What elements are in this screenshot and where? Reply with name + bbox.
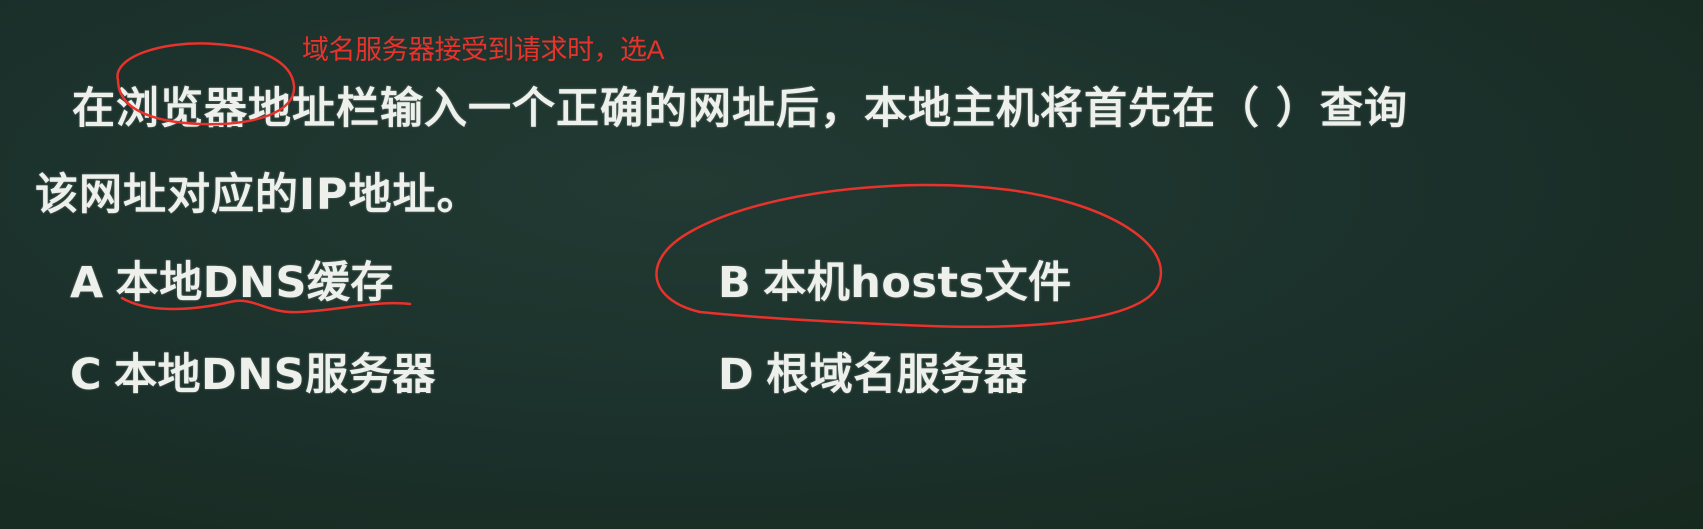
option-c: C 本地DNS服务器 (70, 340, 436, 402)
option-a-text: 本地DNS缓存 (115, 258, 394, 308)
option-b-letter: B (718, 258, 752, 308)
option-b-text: 本机hosts文件 (763, 258, 1072, 308)
option-d-letter: D (718, 350, 755, 400)
option-c-letter: C (70, 350, 103, 400)
option-a: A 本地DNS缓存 (70, 248, 394, 310)
option-c-text: 本地DNS服务器 (114, 350, 436, 400)
option-a-letter: A (70, 258, 104, 308)
question-line-1: 在浏览器地址栏输入一个正确的网址后，本地主机将首先在（ ）查询 (72, 84, 1408, 134)
option-d-text: 根域名服务器 (766, 350, 1028, 400)
option-d: D 根域名服务器 (718, 340, 1027, 402)
handwritten-annotation: 域名服务器接受到请求时，选A (302, 35, 665, 65)
option-b: B 本机hosts文件 (718, 248, 1072, 310)
question-line-2: 该网址对应的IP地址。 (35, 170, 481, 220)
